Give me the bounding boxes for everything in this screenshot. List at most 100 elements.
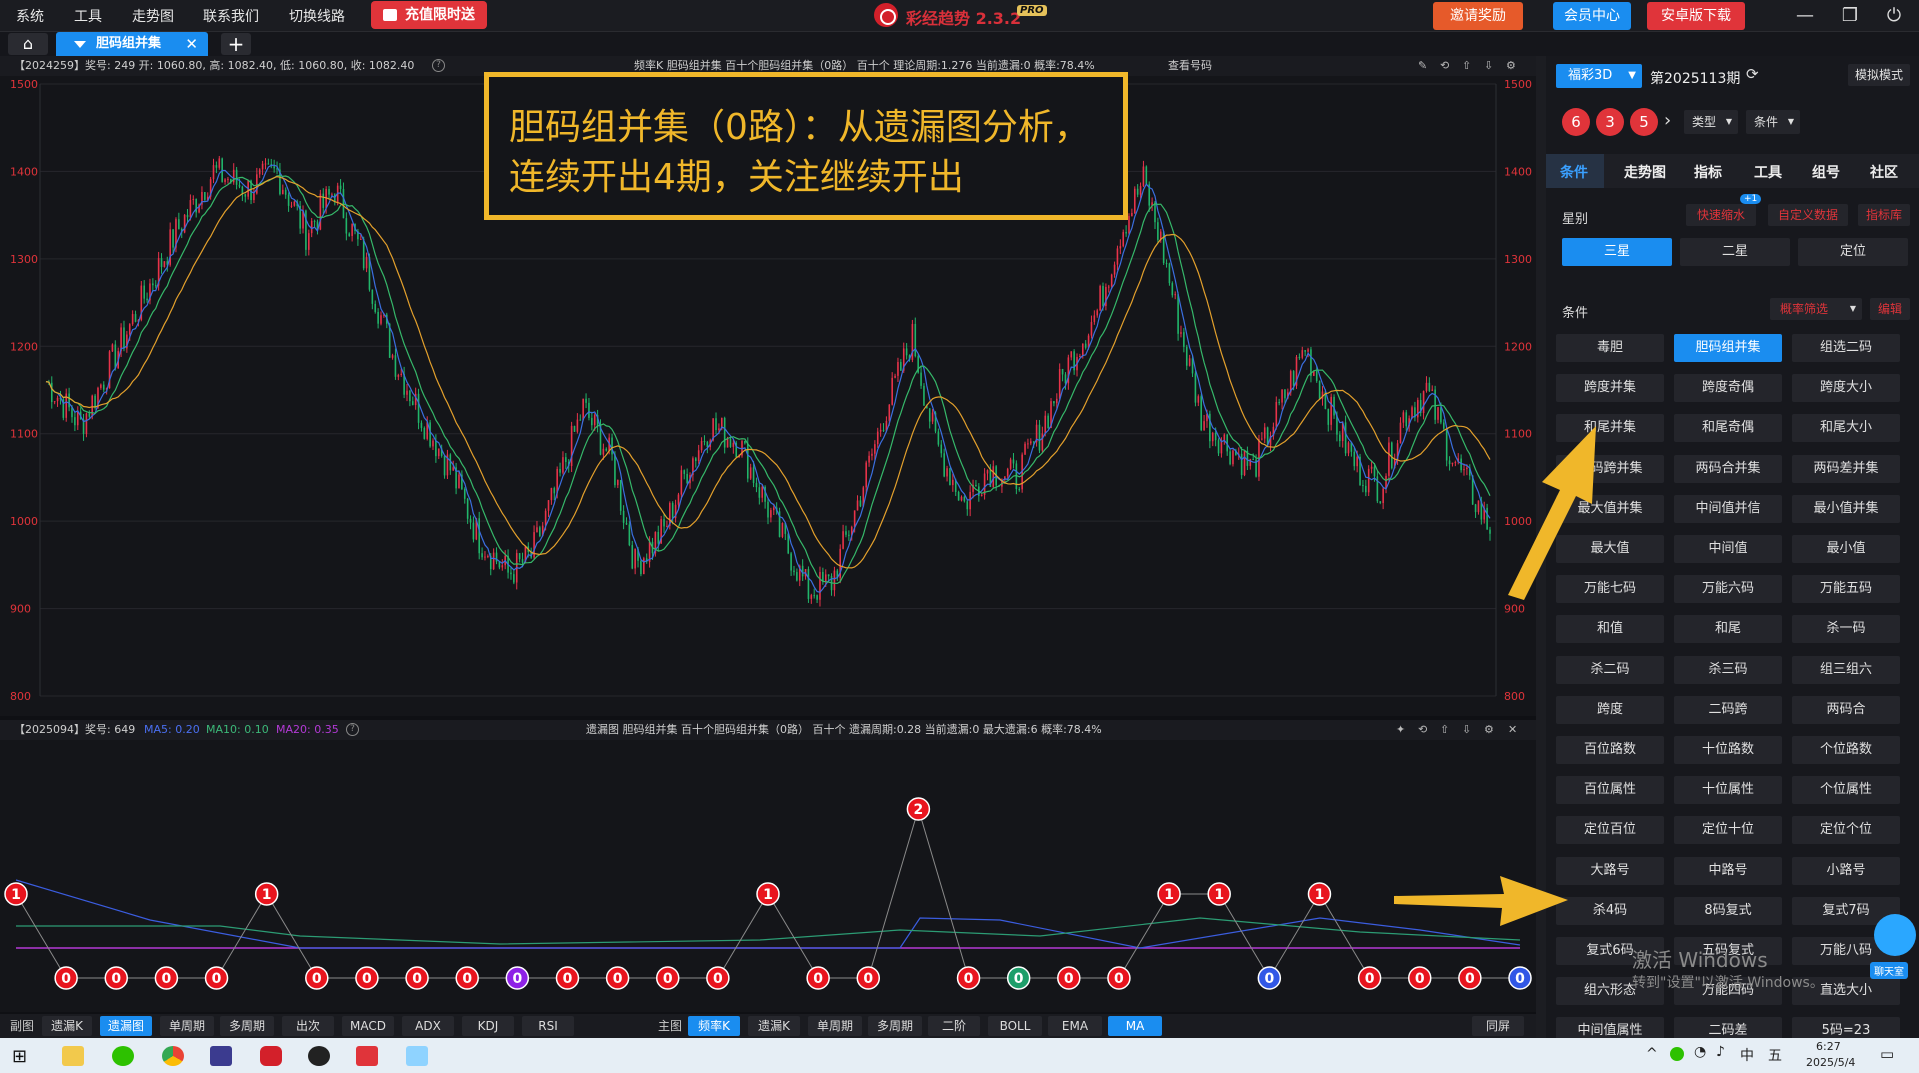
btn-ema[interactable]: EMA (1048, 1016, 1102, 1036)
tab-tools[interactable]: 工具 (1754, 162, 1782, 182)
condition-button[interactable]: 定位十位 (1674, 816, 1782, 845)
condition-button[interactable]: 定位个位 (1792, 816, 1900, 845)
up-icon[interactable]: ⇧ (1462, 56, 1471, 76)
custom-data-button[interactable]: 自定义数据 (1768, 204, 1848, 226)
condition-button[interactable]: 和尾奇偶 (1674, 414, 1782, 443)
wifi-icon[interactable]: ◔ (1694, 1044, 1706, 1060)
menu-tools[interactable]: 工具 (74, 6, 102, 26)
condition-button[interactable]: 和尾 (1674, 615, 1782, 644)
condition-button[interactable]: 杀4码 (1556, 896, 1664, 925)
app-icon-1[interactable] (210, 1046, 232, 1066)
condition-button[interactable]: 大路号 (1556, 856, 1664, 885)
btn-rsi[interactable]: RSI (522, 1016, 574, 1036)
tab-group[interactable]: 组号 (1812, 162, 1840, 182)
condition-button[interactable]: 最小值 (1792, 535, 1900, 563)
next-icon[interactable]: › (1664, 110, 1671, 131)
condition-button[interactable]: 毒胆 (1556, 334, 1664, 362)
tab-indicator[interactable]: 指标 (1694, 162, 1722, 182)
chat-room-label[interactable]: 聊天室 (1870, 962, 1908, 979)
btn-kdj[interactable]: KDJ (462, 1016, 514, 1036)
btn-adx[interactable]: ADX (402, 1016, 454, 1036)
down-icon[interactable]: ⇩ (1484, 56, 1493, 76)
query-number-link[interactable]: 查看号码 (1168, 56, 1212, 76)
btn-omission-k-main[interactable]: 遗漏K (748, 1016, 800, 1036)
condition-button[interactable]: 个位属性 (1792, 776, 1900, 805)
condition-button[interactable]: 跨度大小 (1792, 374, 1900, 403)
up-icon-2[interactable]: ⇧ (1440, 720, 1449, 740)
btn-single-period[interactable]: 单周期 (160, 1016, 214, 1036)
tray-wechat-icon[interactable] (1670, 1047, 1684, 1061)
android-download-button[interactable]: 安卓版下载 (1647, 2, 1745, 30)
home-icon[interactable]: ⌂ (8, 33, 48, 55)
condition-button[interactable]: 万能五码 (1792, 575, 1900, 604)
invite-reward-button[interactable]: 邀请奖励 (1433, 2, 1523, 30)
condition-button[interactable]: 万能六码 (1674, 575, 1782, 604)
quick-shrink-button[interactable]: 快速缩水 (1686, 204, 1756, 226)
condition-button[interactable]: 十位属性 (1674, 776, 1782, 805)
condition-button[interactable]: 和尾大小 (1792, 414, 1900, 443)
member-center-button[interactable]: 会员中心 (1553, 2, 1631, 30)
condition-button[interactable]: 个位路数 (1792, 736, 1900, 764)
condition-button[interactable]: 和值 (1556, 615, 1664, 644)
edit-icon[interactable]: ✎ (1418, 56, 1427, 76)
sim-mode-button[interactable]: 模拟模式 (1848, 64, 1910, 86)
wps-icon[interactable] (356, 1046, 378, 1066)
ime-mode-indicator[interactable]: 五 (1768, 1045, 1782, 1065)
condition-button[interactable]: 十位路数 (1674, 736, 1782, 764)
qq-icon[interactable] (308, 1046, 330, 1066)
menu-contact[interactable]: 联系我们 (203, 6, 259, 26)
close-tab-icon[interactable]: ✕ (185, 32, 198, 56)
condition-button[interactable]: 中间值 (1674, 535, 1782, 563)
condition-button[interactable]: 杀二码 (1556, 655, 1664, 684)
condition-button[interactable]: 两码合 (1792, 695, 1900, 724)
close-pane-icon[interactable]: ✕ (1508, 720, 1517, 740)
tab-community[interactable]: 社区 (1870, 162, 1898, 182)
ime-indicator[interactable]: 中 (1740, 1045, 1754, 1065)
condition-button[interactable]: 中路号 (1674, 856, 1782, 885)
condition-button[interactable]: 两码合并集 (1674, 454, 1782, 483)
volume-icon[interactable]: ♪ (1716, 1044, 1725, 1060)
condition-button[interactable]: 组三组六 (1792, 655, 1900, 684)
btn-omission-chart[interactable]: 遗漏图 (100, 1016, 152, 1036)
btn-single-period-main[interactable]: 单周期 (808, 1016, 862, 1036)
btn-second-order[interactable]: 二阶 (928, 1016, 980, 1036)
pin-icon[interactable]: ✦ (1396, 720, 1405, 740)
settings-icon[interactable]: ⚙ (1506, 56, 1516, 76)
condition-button[interactable]: 8码复式 (1674, 896, 1782, 925)
chat-bubble-icon[interactable] (1874, 914, 1916, 956)
btn-multi-period-main[interactable]: 多周期 (868, 1016, 922, 1036)
condition-button[interactable]: 百位属性 (1556, 776, 1664, 805)
restore-icon[interactable]: ❐ (1836, 4, 1864, 28)
lottery-select[interactable]: 福彩3D ▼ (1556, 64, 1642, 88)
condition-button[interactable]: 组选二码 (1792, 334, 1900, 362)
tab-trend[interactable]: 走势图 (1624, 162, 1666, 182)
type-select[interactable]: 类型 ▼ (1684, 110, 1738, 134)
star-position-button[interactable]: 定位 (1798, 238, 1908, 266)
condition-button[interactable]: 杀三码 (1674, 655, 1782, 684)
condition-button[interactable]: 中间值并信 (1674, 494, 1782, 523)
prob-filter-select[interactable]: 概率筛选 ▼ (1770, 298, 1862, 320)
btn-count[interactable]: 出次 (282, 1016, 334, 1036)
settings-icon-2[interactable]: ⚙ (1484, 720, 1494, 740)
btn-ma[interactable]: MA (1108, 1016, 1162, 1036)
menu-trend[interactable]: 走势图 (132, 6, 174, 26)
add-tab-button[interactable]: + (221, 33, 251, 55)
condition-button[interactable]: 百位路数 (1556, 736, 1664, 764)
recharge-promo-button[interactable]: 充值限时送 (371, 1, 487, 29)
condition-button[interactable]: 两码差并集 (1792, 454, 1900, 483)
condition-button[interactable]: 定位百位 (1556, 816, 1664, 845)
condition-button[interactable]: 小路号 (1792, 856, 1900, 885)
btn-multi-period[interactable]: 多周期 (220, 1016, 274, 1036)
tab-conditions[interactable]: 条件 (1560, 162, 1588, 182)
minimize-icon[interactable]: — (1791, 4, 1819, 28)
windows-start-icon[interactable]: ⊞ (12, 1046, 34, 1067)
star-three-button[interactable]: 三星 (1562, 238, 1672, 266)
condition-button[interactable]: 跨度奇偶 (1674, 374, 1782, 403)
condition-button[interactable]: 跨度并集 (1556, 374, 1664, 403)
refresh-icon[interactable]: ⟳ (1746, 65, 1759, 83)
condition-button[interactable]: 杀一码 (1792, 615, 1900, 644)
notification-icon[interactable]: ▭ (1880, 1045, 1894, 1063)
condition-button[interactable]: 跨度 (1556, 695, 1664, 724)
help-icon[interactable]: ? (432, 59, 445, 72)
btn-boll[interactable]: BOLL (988, 1016, 1042, 1036)
